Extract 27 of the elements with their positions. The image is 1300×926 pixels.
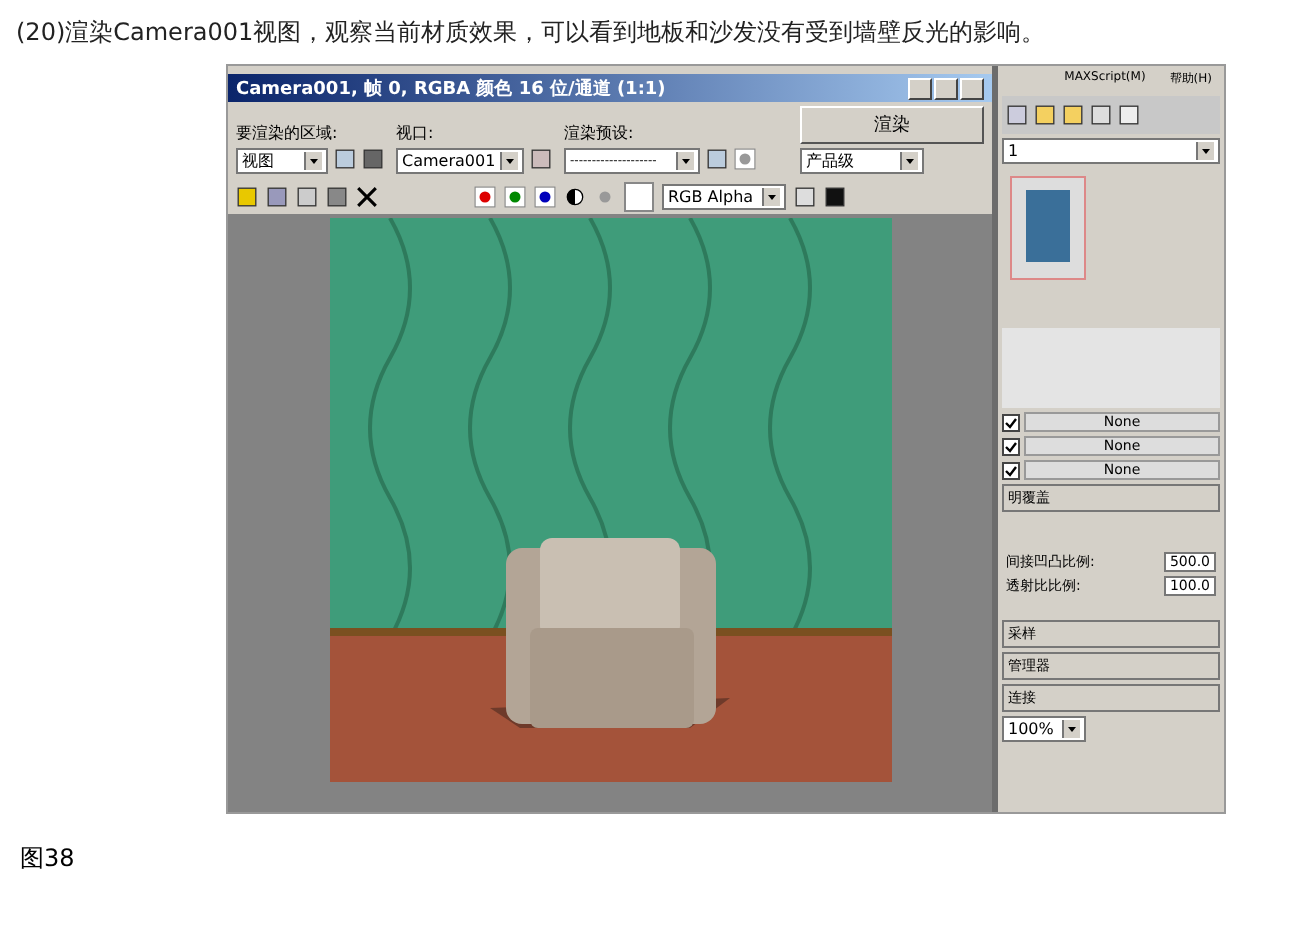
- area-dropdown[interactable]: 视图: [236, 148, 328, 174]
- environment-icon[interactable]: [734, 148, 756, 170]
- map-checkbox[interactable]: [1002, 461, 1020, 479]
- preset-label: 渲染预设:: [564, 122, 636, 144]
- material-swatch[interactable]: [1026, 190, 1070, 262]
- color-swatch[interactable]: [624, 181, 654, 211]
- contrast-icon[interactable]: [564, 185, 586, 207]
- maximize-button[interactable]: [934, 77, 958, 99]
- close-icon[interactable]: [356, 185, 378, 207]
- render-button[interactable]: 渲染: [800, 106, 984, 144]
- slot-dropdown[interactable]: 1: [1002, 138, 1220, 164]
- quality-dropdown[interactable]: 产品级: [800, 148, 924, 174]
- window-title: Camera001, 帧 0, RGBA 颜色 16 位/通道 (1:1): [236, 76, 666, 101]
- channel-toggle-icon[interactable]: [534, 185, 556, 207]
- viewport-dropdown[interactable]: Camera001: [396, 148, 524, 174]
- viewport-label: 视口:: [396, 122, 436, 144]
- channel-toggle-icon[interactable]: [474, 185, 496, 207]
- map-checkbox[interactable]: [1002, 437, 1020, 455]
- close-button[interactable]: [960, 77, 984, 99]
- zoom-dropdown[interactable]: 100%: [1002, 716, 1086, 742]
- figure-label: 图38: [18, 842, 77, 876]
- minimize-button[interactable]: [908, 77, 932, 99]
- channel-toggle-icon[interactable]: [504, 185, 526, 207]
- caption-text: (20)渲染Camera001视图，观察当前材质效果，可以看到地板和沙发没有受到墙壁反光的影响。: [14, 16, 1048, 50]
- channel-dropdown[interactable]: RGB Alpha: [662, 183, 786, 209]
- area-label: 要渲染的区域:: [236, 122, 340, 144]
- map-checkbox[interactable]: [1002, 413, 1020, 431]
